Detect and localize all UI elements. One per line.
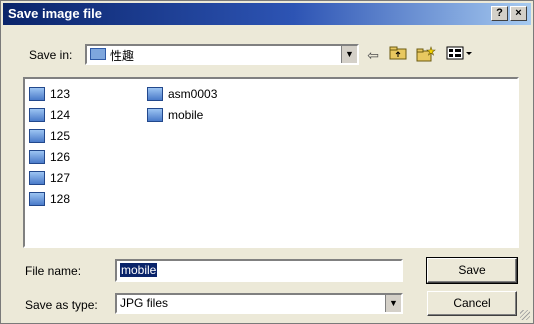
file-name-value: mobile: [120, 263, 158, 277]
save-as-type-label: Save as type:: [25, 298, 98, 312]
save-in-label: Save in:: [29, 48, 73, 62]
save-button[interactable]: Save: [426, 257, 518, 284]
file-name-label: File name:: [25, 264, 82, 278]
list-item[interactable]: 123: [29, 83, 70, 104]
back-arrow-icon[interactable]: ⇦: [364, 46, 382, 64]
image-file-icon: [29, 128, 45, 143]
close-button[interactable]: ×: [510, 6, 527, 21]
list-item[interactable]: mobile: [147, 104, 217, 125]
file-column-2: asm0003 mobile: [147, 83, 217, 125]
save-in-folder: 性趣: [110, 49, 135, 63]
list-item[interactable]: 128: [29, 188, 70, 209]
image-file-icon: [29, 170, 45, 185]
list-item[interactable]: asm0003: [147, 83, 217, 104]
list-item[interactable]: 125: [29, 125, 70, 146]
save-in-dropdown[interactable]: 性趣 ▼: [85, 44, 359, 65]
dropdown-arrow-icon[interactable]: ▼: [385, 295, 401, 312]
dropdown-arrow-icon[interactable]: ▼: [341, 46, 357, 63]
save-image-dialog: Save image file ? × Save in: 性趣 ▼ ⇦ 123 …: [0, 0, 534, 324]
new-folder-icon[interactable]: [415, 46, 437, 64]
help-button[interactable]: ?: [491, 6, 508, 21]
list-item[interactable]: 126: [29, 146, 70, 167]
cancel-button[interactable]: Cancel: [427, 291, 517, 316]
file-list[interactable]: 123 124 125 126 127 128 asm0003 mobile: [23, 77, 519, 248]
save-as-type-value: JPG files: [120, 296, 169, 310]
image-file-icon: [147, 86, 163, 101]
list-item[interactable]: 124: [29, 104, 70, 125]
list-item[interactable]: 127: [29, 167, 70, 188]
file-name-field[interactable]: mobile: [115, 259, 403, 282]
view-menu-icon[interactable]: [445, 46, 475, 64]
image-file-icon: [29, 191, 45, 206]
folder-icon: [90, 48, 106, 60]
folder-up-icon[interactable]: [387, 46, 409, 64]
image-file-icon: [29, 107, 45, 122]
save-as-type-dropdown[interactable]: JPG files ▼: [115, 293, 403, 314]
image-file-icon: [147, 107, 163, 122]
image-file-icon: [29, 149, 45, 164]
window-title: Save image file: [8, 6, 102, 21]
image-file-icon: [29, 86, 45, 101]
resize-grip-icon[interactable]: [520, 310, 530, 320]
title-bar[interactable]: Save image file ? ×: [3, 3, 531, 25]
file-column-1: 123 124 125 126 127 128: [29, 83, 70, 209]
